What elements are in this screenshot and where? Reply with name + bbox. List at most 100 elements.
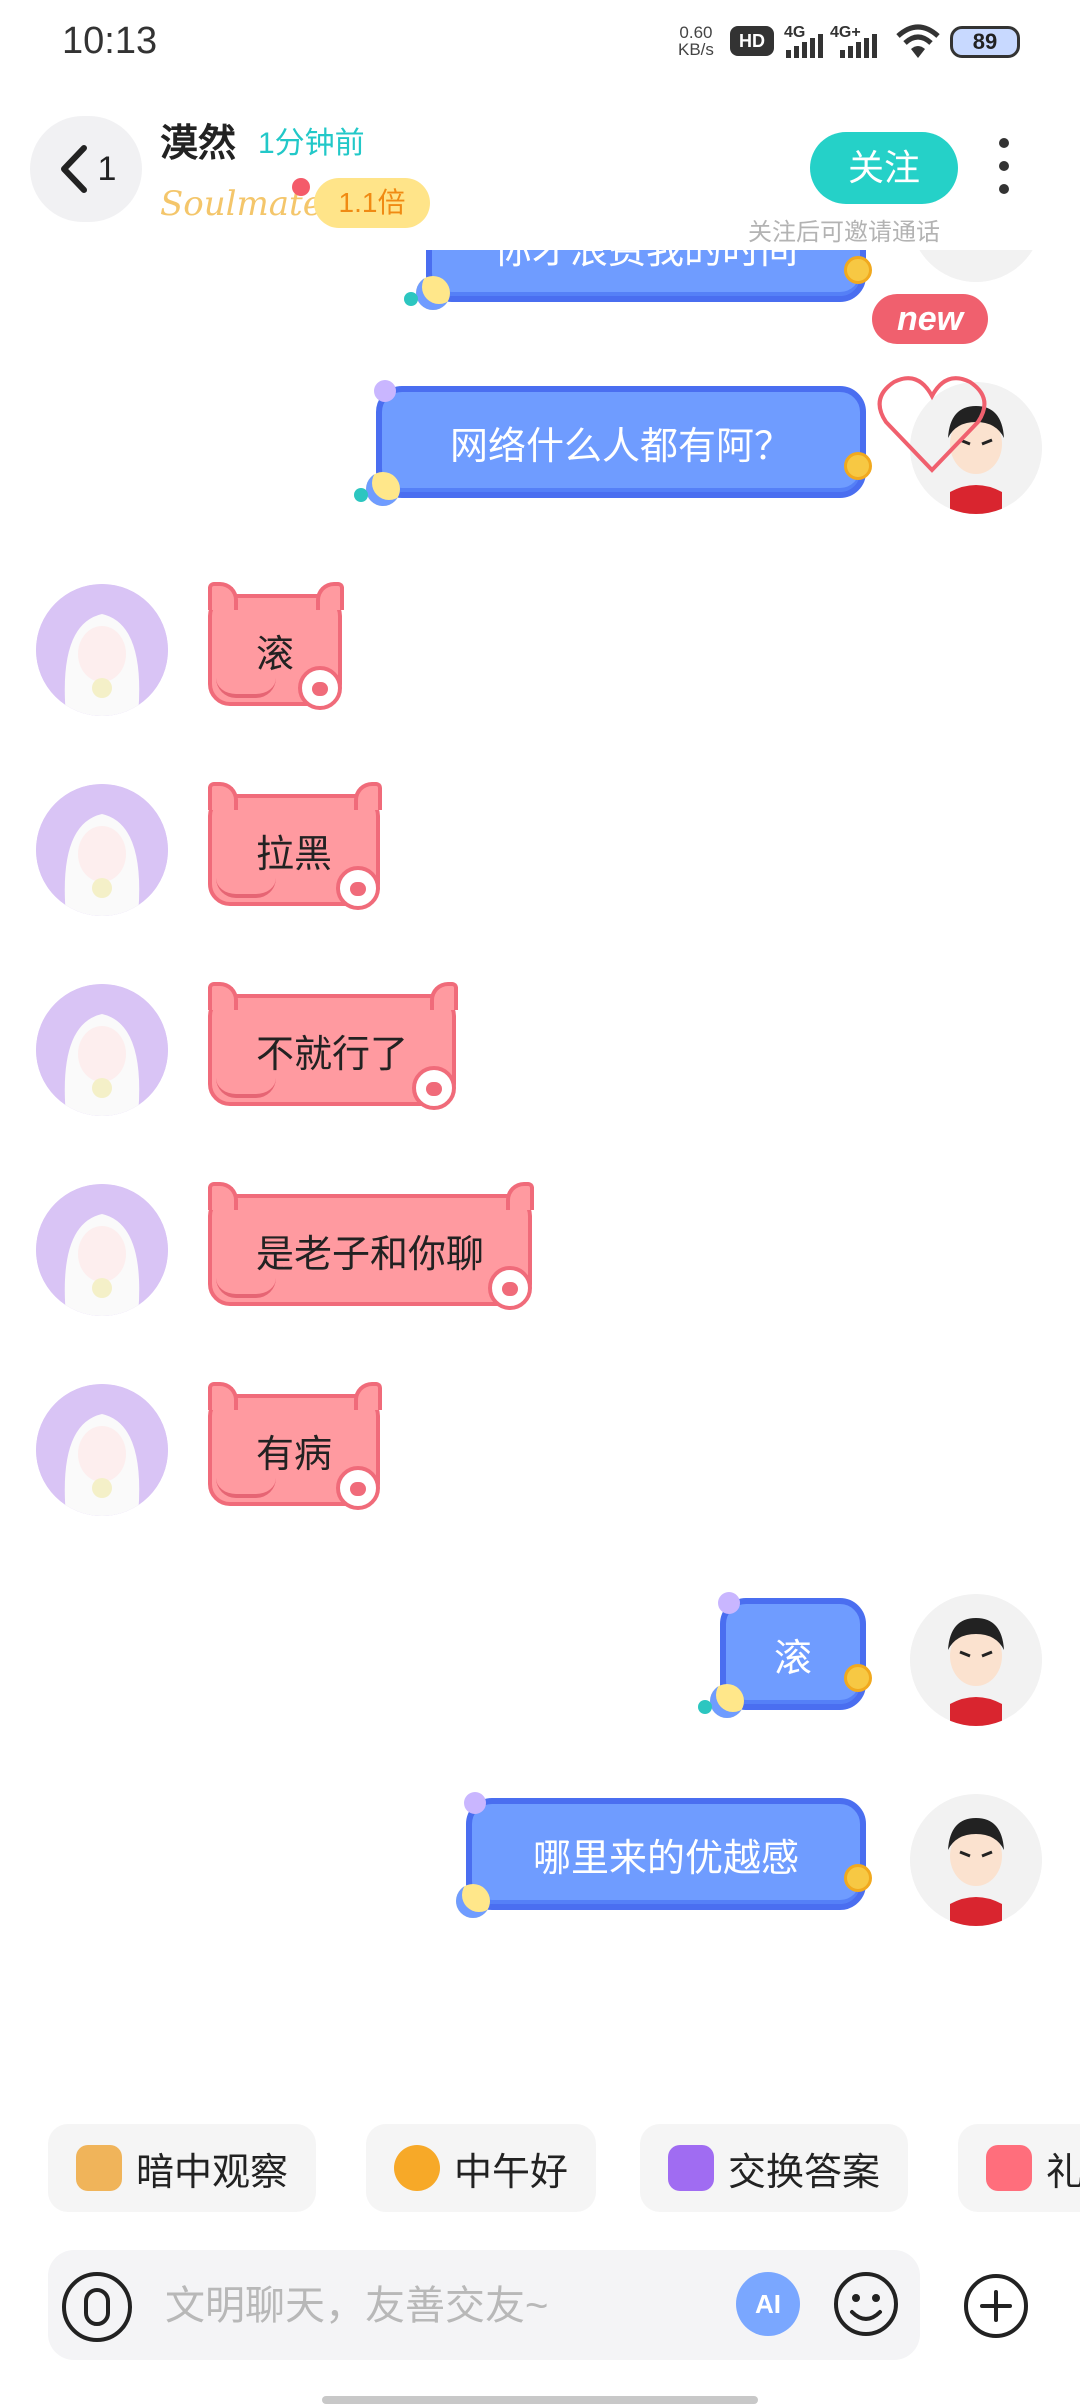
- gift-icon: [986, 2145, 1032, 2191]
- quick-reply-chip[interactable]: 礼: [958, 2124, 1080, 2212]
- status-bar: 10:13 0.60 KB/s HD 4G 4G+ 89: [0, 0, 1080, 84]
- wave-decoration-icon: [216, 878, 276, 898]
- contact-name[interactable]: 漠然: [160, 112, 236, 167]
- message-row: 拉黑: [0, 782, 1080, 924]
- follow-button[interactable]: 关注: [810, 132, 958, 204]
- paw-icon: [488, 1266, 533, 1310]
- contact-message-bubble[interactable]: 滚: [208, 582, 345, 710]
- cat-ear-icon: [506, 1182, 535, 1210]
- dot-decoration-icon: [354, 488, 368, 502]
- message-row: 有病: [0, 1382, 1080, 1524]
- planet-decoration-icon: [844, 452, 872, 480]
- message-text: 网络什么人都有阿？: [449, 425, 792, 468]
- message-text: 哪里来的优越感: [532, 1837, 799, 1880]
- plus-icon[interactable]: [962, 2272, 1030, 2340]
- paw-icon: [336, 1466, 381, 1510]
- cat-ear-icon: [354, 782, 383, 810]
- planet-decoration-icon: [844, 1864, 872, 1892]
- cat-ear-icon: [208, 982, 238, 1010]
- message-row: 滚: [0, 1592, 1080, 1734]
- cat-ear-icon: [316, 582, 345, 610]
- moon-decoration-icon: [710, 1684, 744, 1718]
- star-decoration-icon: [464, 1792, 486, 1814]
- more-dot-icon: [999, 161, 1009, 171]
- dot-decoration-icon: [698, 1700, 712, 1714]
- signal-icon: [840, 32, 877, 58]
- contact-message-bubble[interactable]: 是老子和你聊: [208, 1182, 535, 1310]
- message-text: 滚: [773, 1637, 812, 1680]
- microphone-icon: [84, 2288, 110, 2326]
- clock: 10:13: [62, 20, 158, 62]
- voice-button[interactable]: [62, 2272, 132, 2342]
- cat-ear-icon: [208, 1382, 238, 1410]
- home-indicator[interactable]: [322, 2396, 758, 2404]
- peeking-dog-icon: [76, 2145, 122, 2191]
- quick-reply-label: 暗中观察: [136, 2151, 289, 2194]
- boy-avatar-icon: [919, 250, 1033, 282]
- girl-avatar-icon: [36, 584, 168, 716]
- wave-decoration-icon: [216, 1478, 276, 1498]
- chevron-left-icon: [60, 145, 87, 193]
- message-row: 哪里来的优越感: [0, 1792, 1080, 1934]
- network-speed-unit: KB/s: [678, 40, 714, 59]
- my-message-bubble[interactable]: 滚: [698, 1592, 872, 1718]
- sun-sunglasses-icon: [394, 2145, 440, 2191]
- new-badge: new: [872, 294, 988, 344]
- contact-message-bubble[interactable]: 有病: [208, 1382, 383, 1510]
- girl-avatar-icon: [36, 784, 168, 916]
- contact-avatar[interactable]: [36, 1384, 168, 1516]
- contact-avatar[interactable]: [36, 1184, 168, 1316]
- my-avatar[interactable]: [910, 1594, 1042, 1726]
- boy-avatar-icon: [910, 1594, 1042, 1726]
- quick-reply-label: 礼: [1046, 2151, 1080, 2194]
- contact-avatar[interactable]: [36, 584, 168, 716]
- message-row: 是老子和你聊: [0, 1182, 1080, 1324]
- message-text: 有病: [256, 1433, 333, 1476]
- message-row: 滚: [0, 582, 1080, 724]
- paw-icon: [336, 866, 381, 910]
- moon-decoration-icon: [366, 472, 400, 506]
- my-avatar[interactable]: [910, 1794, 1042, 1926]
- contact-avatar[interactable]: [36, 784, 168, 916]
- network-speed-value: 0.60: [679, 23, 713, 42]
- message-text: 你才浪费我的时间: [493, 250, 798, 272]
- message-text: 滚: [256, 633, 295, 676]
- hd-icon: HD: [730, 26, 774, 56]
- star-decoration-icon: [718, 1592, 740, 1614]
- message-input[interactable]: [165, 2278, 705, 2334]
- star-decoration-icon: [374, 380, 396, 402]
- my-message-bubble[interactable]: 哪里来的优越感: [456, 1792, 872, 1918]
- contact-avatar[interactable]: [36, 984, 168, 1116]
- message-row: 不就行了: [0, 982, 1080, 1124]
- network-speed: 0.60 KB/s: [678, 24, 714, 58]
- quick-reply-chip[interactable]: 暗中观察: [48, 2124, 317, 2212]
- paw-icon: [298, 666, 343, 710]
- emoji-icon[interactable]: [832, 2270, 900, 2338]
- contact-message-bubble[interactable]: 不就行了: [208, 982, 459, 1110]
- quick-reply-bar[interactable]: 暗中观察 中午好 交换答案 礼: [0, 2124, 1080, 2212]
- planet-decoration-icon: [844, 256, 872, 284]
- ai-assistant-button[interactable]: AI: [736, 2272, 800, 2336]
- moon-decoration-icon: [416, 276, 450, 310]
- my-avatar[interactable]: [910, 250, 1042, 282]
- input-bar: AI: [0, 2250, 1080, 2360]
- planet-decoration-icon: [844, 1664, 872, 1692]
- girl-avatar-icon: [36, 1384, 168, 1516]
- quick-reply-label: 中午好: [454, 2151, 569, 2194]
- cat-ear-icon: [430, 982, 459, 1010]
- wave-decoration-icon: [216, 1278, 276, 1298]
- cat-ear-icon: [208, 782, 238, 810]
- contact-message-bubble[interactable]: 拉黑: [208, 782, 383, 910]
- multiplier-badge[interactable]: 1.1倍: [314, 178, 430, 228]
- quick-reply-chip[interactable]: 中午好: [366, 2124, 597, 2212]
- back-button[interactable]: 1: [30, 116, 142, 222]
- message-text: 是老子和你聊: [256, 1233, 485, 1276]
- boy-avatar-icon: [910, 1794, 1042, 1926]
- more-options-button[interactable]: [992, 138, 1016, 194]
- my-message-bubble[interactable]: 你才浪费我的时间: [404, 250, 872, 310]
- my-message-bubble[interactable]: 网络什么人都有阿？: [354, 380, 872, 506]
- quick-reply-label: 交换答案: [728, 2151, 881, 2194]
- heart-frame-icon: [877, 376, 987, 473]
- quick-reply-chip[interactable]: 交换答案: [640, 2124, 909, 2212]
- message-list[interactable]: 你才浪费我的时间 new 网络什么人都有阿？ 滚 拉黑 不就行了 是老子和你聊 …: [0, 250, 1080, 2070]
